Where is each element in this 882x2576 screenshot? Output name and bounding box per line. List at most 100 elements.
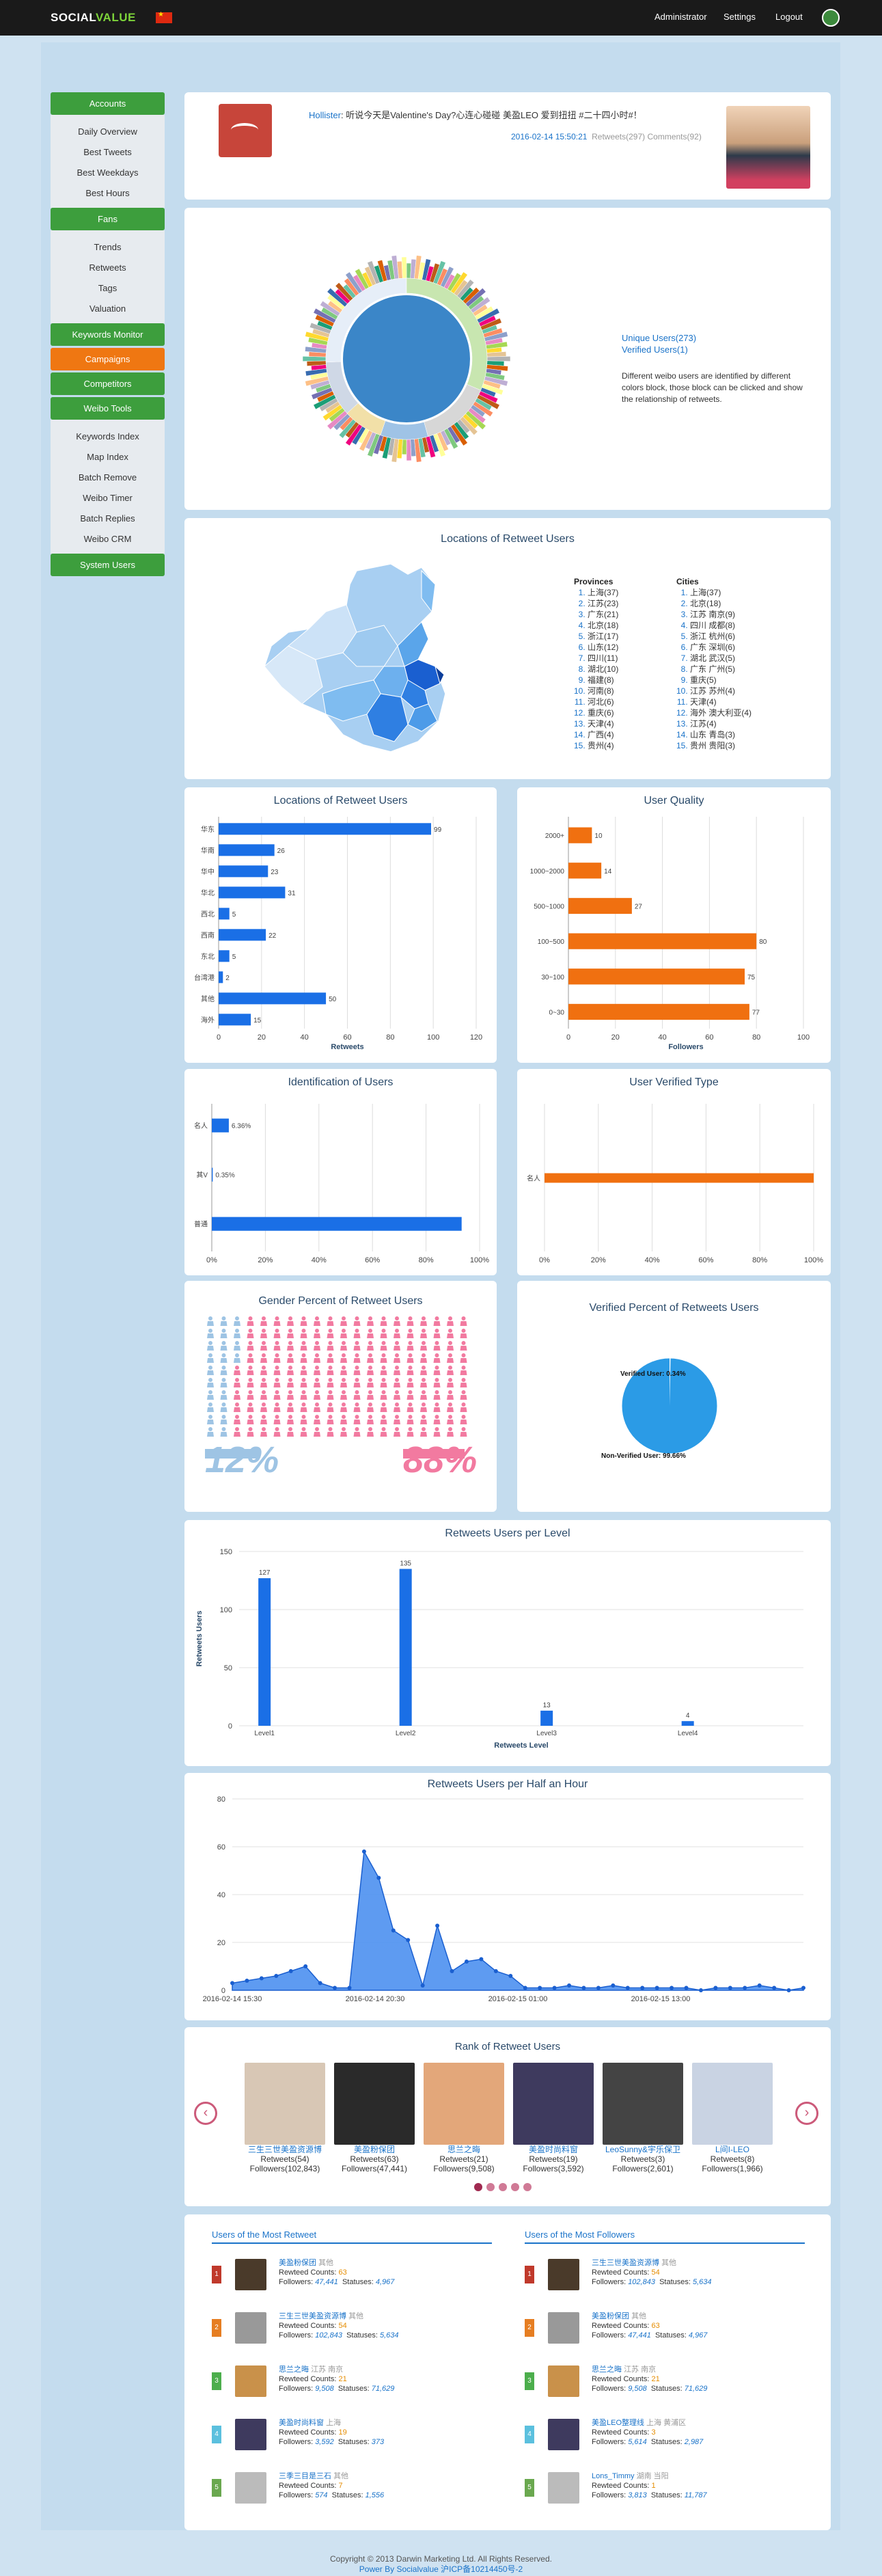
province-item[interactable]: 天津(4) <box>588 718 618 729</box>
sidebar-item-tags[interactable]: Tags <box>51 278 165 299</box>
user-name[interactable]: 美盈时尚料窗 <box>279 2419 324 2427</box>
user-avatar[interactable] <box>235 2365 266 2397</box>
top-user-row[interactable]: 5 Lons_Timmy 湖南 当阳 Rewteed Counts: 1 Follow… <box>525 2472 798 2514</box>
sidebar-item-weibo-timer[interactable]: Weibo Timer <box>51 488 165 509</box>
top-user-row[interactable]: 5 三季三目是三石 其他 Rewteed Counts: 7 Followers: 5… <box>212 2472 485 2514</box>
carousel-dot[interactable] <box>474 2183 482 2191</box>
top-user-row[interactable]: 2 美盈粉保团 其他 Rewteed Counts: 63 Followers: 47… <box>525 2312 798 2355</box>
retweet-network-graph[interactable] <box>287 239 526 478</box>
tweet-author[interactable]: Hollister <box>309 110 341 120</box>
china-map[interactable] <box>261 557 493 755</box>
province-item[interactable]: 河北(6) <box>588 696 618 707</box>
user-name[interactable]: 思兰之晦 <box>592 2365 622 2374</box>
top-user-row[interactable]: 4 美盈LEO整理线 上海 黄浦区 Rewteed Counts: 3 Followe… <box>525 2419 798 2461</box>
province-item[interactable]: 上海(37) <box>588 587 618 598</box>
tweet-author-avatar[interactable] <box>219 104 272 157</box>
footer-powered[interactable]: Power By Socialvalue 沪ICP备10214450号-2 <box>0 2564 882 2575</box>
rank-user-avatar[interactable] <box>692 2063 773 2145</box>
city-item[interactable]: 江苏 南京(9) <box>690 609 752 620</box>
city-item[interactable]: 广东 广州(5) <box>690 664 752 675</box>
sidebar-item-best-weekdays[interactable]: Best Weekdays <box>51 163 165 183</box>
sidebar-item-retweets[interactable]: Retweets <box>51 258 165 278</box>
city-item[interactable]: 湖北 武汉(5) <box>690 653 752 664</box>
rank-prev-arrow-icon[interactable]: ‹ <box>194 2102 217 2125</box>
rank-user-card[interactable]: 三生三世美盈资源博 Retweets(54) Followers(102,843) <box>245 2063 325 2173</box>
sidebar-system-users[interactable]: System Users <box>51 554 165 576</box>
user-avatar[interactable] <box>235 2312 266 2344</box>
user-name[interactable]: 三生三世美盈资源博 <box>279 2312 346 2320</box>
province-item[interactable]: 北京(18) <box>588 620 618 631</box>
user-avatar[interactable] <box>822 9 840 27</box>
sidebar-item-valuation[interactable]: Valuation <box>51 299 165 319</box>
top-user-row[interactable]: 1 美盈粉保团 其他 Rewteed Counts: 63 Followers: 47… <box>212 2259 485 2301</box>
rank-user-name[interactable]: 美盈粉保团 <box>334 2145 415 2154</box>
carousel-dot[interactable] <box>523 2183 532 2191</box>
province-item[interactable]: 福建(8) <box>588 675 618 686</box>
province-item[interactable]: 浙江(17) <box>588 631 618 642</box>
nav-settings[interactable]: Settings <box>723 12 756 22</box>
user-avatar[interactable] <box>235 2259 266 2290</box>
user-name[interactable]: 三生三世美盈资源博 <box>592 2259 659 2267</box>
city-item[interactable]: 北京(18) <box>690 598 752 609</box>
rank-user-name[interactable]: 三生三世美盈资源博 <box>245 2145 325 2154</box>
user-avatar[interactable] <box>235 2472 266 2504</box>
user-avatar[interactable] <box>548 2472 579 2504</box>
city-item[interactable]: 海外 澳大利亚(4) <box>690 707 752 718</box>
top-user-row[interactable]: 3 思兰之晦 江苏 南京 Rewteed Counts: 21 Followers: … <box>525 2365 798 2408</box>
rank-user-avatar[interactable] <box>513 2063 594 2145</box>
carousel-dot[interactable] <box>486 2183 495 2191</box>
province-item[interactable]: 四川(11) <box>588 653 618 664</box>
province-item[interactable]: 贵州(4) <box>588 740 618 751</box>
province-item[interactable]: 重庆(6) <box>588 707 618 718</box>
rank-user-card[interactable]: 美盈时尚料窗 Retweets(19) Followers(3,592) <box>513 2063 594 2173</box>
brand-logo[interactable]: SOCIALVALUE <box>51 11 136 25</box>
sidebar-item-batch-replies[interactable]: Batch Replies <box>51 509 165 529</box>
sidebar-accounts[interactable]: Accounts <box>51 92 165 115</box>
city-item[interactable]: 江苏 苏州(4) <box>690 686 752 696</box>
rank-user-avatar[interactable] <box>603 2063 683 2145</box>
sidebar-item-keywords-index[interactable]: Keywords Index <box>51 426 165 447</box>
rank-user-card[interactable]: LeoSunny&宇乐保卫 Retweets(3) Followers(2,601) <box>603 2063 683 2173</box>
sidebar-item-map-index[interactable]: Map Index <box>51 447 165 467</box>
rank-user-avatar[interactable] <box>245 2063 325 2145</box>
city-item[interactable]: 上海(37) <box>690 587 752 598</box>
user-name[interactable]: 三季三目是三石 <box>279 2472 331 2480</box>
sidebar-item-weibo-crm[interactable]: Weibo CRM <box>51 529 165 550</box>
sidebar-campaigns[interactable]: Campaigns <box>51 348 165 370</box>
sidebar-fans[interactable]: Fans <box>51 208 165 230</box>
sidebar-competitors[interactable]: Competitors <box>51 372 165 395</box>
rank-user-card[interactable]: 思兰之晦 Retweets(21) Followers(9,508) <box>424 2063 504 2173</box>
city-item[interactable]: 浙江 杭州(6) <box>690 631 752 642</box>
carousel-dot[interactable] <box>499 2183 507 2191</box>
sidebar-keywords-monitor[interactable]: Keywords Monitor <box>51 323 165 346</box>
sidebar-item-daily-overview[interactable]: Daily Overview <box>51 122 165 142</box>
tweet-photo[interactable] <box>726 106 810 189</box>
city-item[interactable]: 四川 成都(8) <box>690 620 752 631</box>
user-avatar[interactable] <box>548 2365 579 2397</box>
user-avatar[interactable] <box>548 2259 579 2290</box>
sidebar-item-batch-remove[interactable]: Batch Remove <box>51 467 165 488</box>
top-user-row[interactable]: 4 美盈时尚料窗 上海 Rewteed Counts: 19 Followers: 3… <box>212 2419 485 2461</box>
city-item[interactable]: 江苏(4) <box>690 718 752 729</box>
user-name[interactable]: 思兰之晦 <box>279 2365 309 2374</box>
rank-user-card[interactable]: 美盈粉保团 Retweets(63) Followers(47,441) <box>334 2063 415 2173</box>
city-item[interactable]: 广东 深圳(6) <box>690 642 752 653</box>
province-item[interactable]: 江苏(23) <box>588 598 618 609</box>
rank-user-avatar[interactable] <box>334 2063 415 2145</box>
user-name[interactable]: Lons_Timmy <box>592 2472 635 2480</box>
top-user-row[interactable]: 2 三生三世美盈资源博 其他 Rewteed Counts: 54 Followers… <box>212 2312 485 2355</box>
province-item[interactable]: 河南(8) <box>588 686 618 696</box>
rank-user-avatar[interactable] <box>424 2063 504 2145</box>
user-avatar[interactable] <box>548 2419 579 2450</box>
sidebar-weibo-tools[interactable]: Weibo Tools <box>51 397 165 420</box>
rank-user-name[interactable]: L间I-LEO <box>692 2145 773 2154</box>
rank-user-card[interactable]: L间I-LEO Retweets(8) Followers(1,966) <box>692 2063 773 2173</box>
sidebar-item-best-hours[interactable]: Best Hours <box>51 183 165 204</box>
nav-administrator[interactable]: Administrator <box>654 12 707 22</box>
province-item[interactable]: 山东(12) <box>588 642 618 653</box>
province-item[interactable]: 广东(21) <box>588 609 618 620</box>
user-name[interactable]: 美盈粉保团 <box>279 2259 316 2267</box>
province-item[interactable]: 广西(4) <box>588 729 618 740</box>
nav-logout[interactable]: Logout <box>775 12 803 22</box>
tweet-comments[interactable]: Comments(92) <box>648 132 702 141</box>
